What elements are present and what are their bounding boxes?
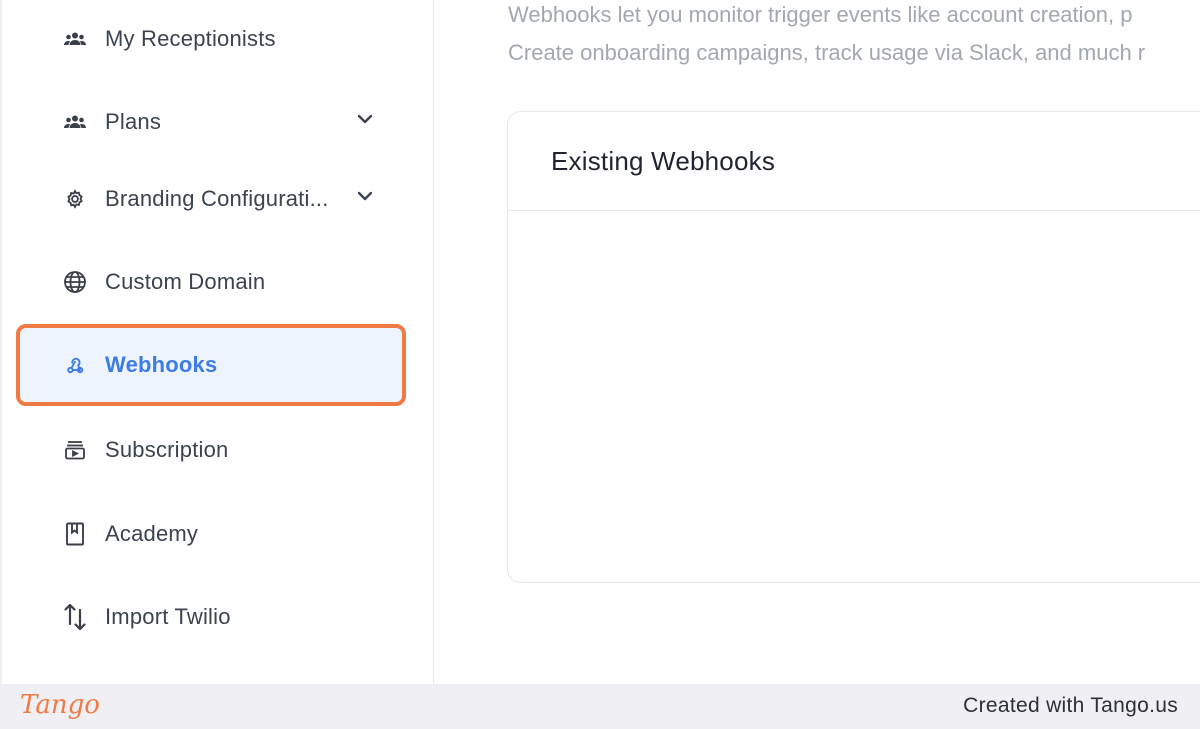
sidebar-item-webhooks[interactable]: Webhooks: [16, 324, 406, 406]
app-window: My Receptionists Plans Branding Configur…: [2, 0, 1200, 684]
sidebar-item-label: Academy: [105, 521, 199, 546]
people-icon: [62, 109, 88, 135]
webhooks-description: Webhooks let you monitor trigger events …: [508, 0, 1145, 72]
card-header: Existing Webhooks: [508, 112, 1200, 211]
main-content: Webhooks let you monitor trigger events …: [435, 0, 1200, 684]
webhook-icon: [62, 352, 88, 378]
sidebar-item-subscription[interactable]: Subscription: [16, 420, 406, 480]
existing-webhooks-card: Existing Webhooks: [507, 111, 1200, 583]
created-with-credit: Created with Tango.us: [963, 694, 1178, 717]
sidebar-item-label: Plans: [105, 109, 162, 134]
chevron-down-icon[interactable]: [354, 108, 376, 130]
sidebar-item-import-twilio[interactable]: Import Twilio: [16, 587, 406, 647]
arrows-up-down-icon: [62, 603, 88, 631]
sidebar-item-custom-domain[interactable]: Custom Domain: [16, 252, 406, 312]
sidebar-item-label: Branding Configurati...: [105, 186, 329, 211]
tango-logo: Tango: [20, 690, 100, 720]
people-icon: [62, 26, 88, 52]
subscription-icon: [62, 437, 88, 463]
description-line: Create onboarding campaigns, track usage…: [508, 40, 1146, 65]
sidebar-item-my-receptionists[interactable]: My Receptionists: [16, 9, 406, 69]
globe-icon: [62, 269, 88, 295]
sidebar-item-label: Subscription: [105, 437, 229, 462]
sidebar-item-label: Custom Domain: [105, 269, 266, 294]
sidebar-item-label: My Receptionists: [105, 26, 276, 51]
sidebar-item-academy[interactable]: Academy: [16, 504, 406, 564]
sidebar-item-label: Import Twilio: [105, 604, 231, 629]
description-line: Webhooks let you monitor trigger events …: [508, 2, 1133, 27]
sidebar-item-branding-configuration[interactable]: Branding Configurati...: [16, 169, 406, 229]
tango-footer: Tango Created with Tango.us: [0, 684, 1200, 729]
chevron-down-icon[interactable]: [354, 185, 376, 207]
sidebar-item-label: Webhooks: [105, 352, 218, 377]
sidebar-item-plans[interactable]: Plans: [16, 92, 406, 152]
card-title: Existing Webhooks: [551, 146, 776, 176]
sidebar: My Receptionists Plans Branding Configur…: [2, 0, 434, 684]
book-icon: [62, 521, 88, 547]
gear-icon: [62, 186, 88, 212]
